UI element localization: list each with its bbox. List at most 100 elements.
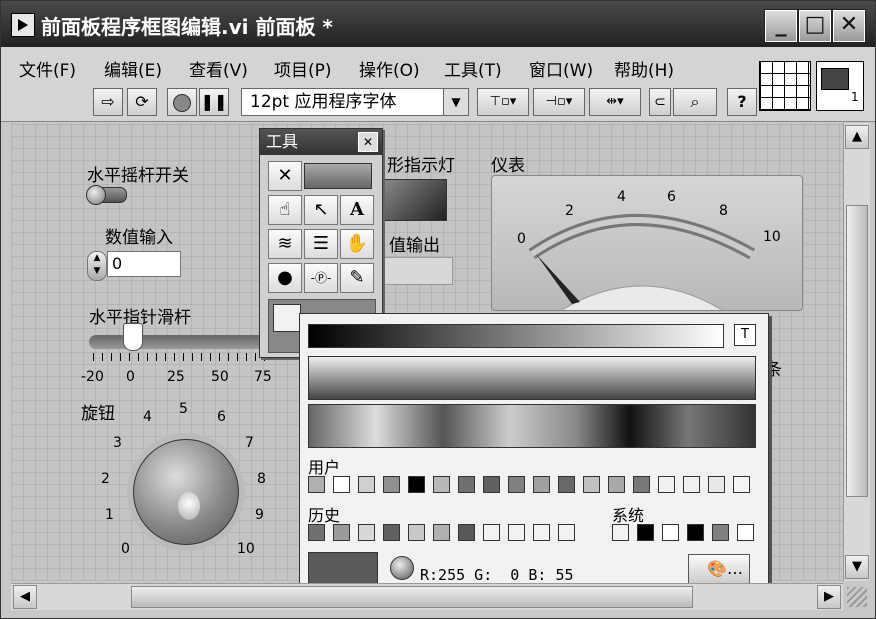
knob-control[interactable]	[133, 439, 239, 545]
shortcut-menu-icon[interactable]: ☰	[304, 229, 338, 259]
position-arrow-icon[interactable]: ↖	[304, 195, 338, 225]
shade-gradient[interactable]	[308, 356, 756, 400]
resize-grip-icon[interactable]	[847, 587, 867, 607]
color-swatch[interactable]	[658, 476, 675, 493]
color-swatch[interactable]	[308, 524, 325, 541]
color-swatch[interactable]	[408, 524, 425, 541]
vertical-scrollbar[interactable]: ▲ ▼	[843, 123, 870, 581]
color-swatch[interactable]	[533, 476, 550, 493]
scroll-left-icon[interactable]: ◀	[13, 585, 37, 609]
wiring-icon[interactable]: ≋	[268, 229, 302, 259]
knob-tick-label: 5	[179, 401, 188, 417]
align-icon[interactable]: ⊤▫▾	[477, 88, 529, 116]
minimize-button[interactable]: _	[765, 10, 797, 42]
connector-pane-icon[interactable]	[759, 61, 811, 111]
color-swatch[interactable]	[433, 524, 450, 541]
color-swatch[interactable]	[633, 476, 650, 493]
pause-icon[interactable]: ❚❚	[199, 88, 229, 116]
menu-view[interactable]: 查看(V)	[189, 56, 248, 81]
color-swatch[interactable]	[383, 476, 400, 493]
probe-icon[interactable]: -Ⓟ-	[304, 263, 338, 293]
color-swatch[interactable]	[683, 476, 700, 493]
slider-thumb[interactable]	[123, 323, 143, 351]
color-swatch[interactable]	[333, 524, 350, 541]
vertical-scroll-thumb[interactable]	[846, 205, 868, 497]
text-edit-icon[interactable]: A	[340, 195, 374, 225]
slider-scale-ticks	[93, 353, 265, 361]
run-arrow-icon[interactable]: ⇨	[93, 88, 123, 116]
menu-window[interactable]: 窗口(W)	[529, 56, 593, 81]
horizontal-scrollbar[interactable]: ◀ ▶	[11, 583, 843, 610]
menu-file[interactable]: 文件(F)	[19, 56, 76, 81]
color-swatch[interactable]	[358, 476, 375, 493]
color-swatch[interactable]	[308, 476, 325, 493]
run-continuous-icon[interactable]: ⟳	[127, 88, 157, 116]
rectangular-led[interactable]	[383, 179, 447, 221]
meter-tick-label: 8	[719, 203, 728, 219]
slider-track[interactable]	[89, 335, 269, 349]
scroll-up-icon[interactable]: ▲	[845, 125, 869, 149]
horizontal-toggle-switch[interactable]	[86, 185, 127, 205]
menu-edit[interactable]: 编辑(E)	[104, 56, 162, 81]
color-swatch[interactable]	[358, 524, 375, 541]
auto-select-icon[interactable]: ✕	[268, 161, 302, 191]
color-swatch[interactable]	[608, 476, 625, 493]
help-icon[interactable]: ?	[727, 88, 757, 116]
color-swatch[interactable]	[558, 476, 575, 493]
hue-gradient[interactable]	[308, 404, 756, 448]
color-swatch[interactable]	[458, 524, 475, 541]
color-swatch[interactable]	[558, 524, 575, 541]
scroll-down-icon[interactable]: ▼	[845, 555, 869, 579]
vi-icon[interactable]: 1	[816, 61, 864, 111]
font-select[interactable]: 12pt 应用程序字体 ▼	[241, 88, 469, 116]
menu-operate[interactable]: 操作(O)	[359, 56, 420, 81]
color-swatch[interactable]	[333, 476, 350, 493]
color-swatch[interactable]	[433, 476, 450, 493]
breakpoint-icon[interactable]: ●	[268, 263, 302, 293]
menu-help[interactable]: 帮助(H)	[614, 56, 674, 81]
reorder-icon[interactable]: ⊂	[649, 88, 671, 116]
grayscale-ramp[interactable]	[308, 324, 724, 348]
distribute-icon[interactable]: ⊣▫▾	[533, 88, 585, 116]
color-swatch[interactable]	[733, 476, 750, 493]
color-swatch[interactable]	[508, 476, 525, 493]
color-swatch[interactable]	[708, 476, 725, 493]
color-swatch[interactable]	[737, 524, 754, 541]
color-swatch[interactable]	[583, 476, 600, 493]
color-swatch[interactable]	[483, 476, 500, 493]
menu-tools[interactable]: 工具(T)	[444, 56, 502, 81]
abort-icon[interactable]	[167, 88, 197, 116]
menu-project[interactable]: 项目(P)	[274, 56, 332, 81]
search-icon[interactable]: ⌕	[673, 88, 717, 116]
numeric-input-field[interactable]: 0	[107, 251, 181, 277]
auto-tool-indicator[interactable]	[304, 163, 372, 189]
transparent-button[interactable]: T	[734, 324, 756, 346]
scroll-hand-icon[interactable]: ✋	[340, 229, 374, 259]
color-swatch[interactable]	[687, 524, 704, 541]
title-bar[interactable]: 前面板程序框图编辑.vi 前面板 * _ □ ✕	[1, 1, 875, 47]
close-button[interactable]: ✕	[833, 10, 865, 42]
color-swatch[interactable]	[383, 524, 400, 541]
foreground-color-swatch[interactable]	[273, 304, 301, 332]
color-swatch[interactable]	[533, 524, 550, 541]
tools-palette-header[interactable]: 工具 ✕	[260, 129, 382, 155]
color-swatch[interactable]	[483, 524, 500, 541]
color-swatch[interactable]	[508, 524, 525, 541]
color-swatch[interactable]	[712, 524, 729, 541]
numeric-increment-decrement[interactable]: ▲ ▼	[87, 251, 107, 281]
more-colors-button[interactable]: 🎨…	[688, 554, 750, 584]
maximize-button[interactable]: □	[799, 10, 831, 42]
color-swatch[interactable]	[662, 524, 679, 541]
scroll-right-icon[interactable]: ▶	[817, 585, 841, 609]
color-swatch[interactable]	[637, 524, 654, 541]
color-swatch[interactable]	[458, 476, 475, 493]
color-swatch[interactable]	[408, 476, 425, 493]
tools-close-button[interactable]: ✕	[358, 132, 378, 152]
color-picker-icon[interactable]: ✎	[340, 263, 374, 293]
color-wheel-icon[interactable]	[390, 556, 414, 580]
operate-hand-icon[interactable]: ☝	[268, 195, 302, 225]
color-swatch[interactable]	[612, 524, 629, 541]
horizontal-scroll-thumb[interactable]	[131, 586, 693, 608]
resize-icon[interactable]: ⇹▾	[589, 88, 641, 116]
meter-gauge[interactable]	[491, 175, 803, 311]
